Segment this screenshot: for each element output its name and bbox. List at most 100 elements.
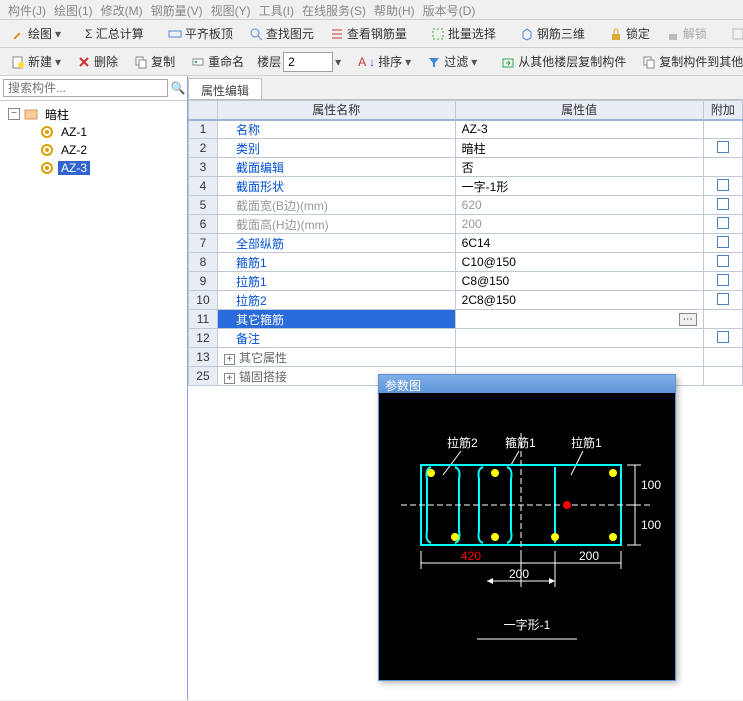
checkbox[interactable]: [717, 236, 729, 248]
property-row[interactable]: 12备注: [189, 329, 743, 348]
property-name[interactable]: 拉筋1: [217, 272, 455, 291]
draw-button[interactable]: 绘图 ▾: [4, 22, 68, 45]
row-header[interactable]: 4: [189, 177, 218, 196]
row-header[interactable]: 2: [189, 139, 218, 158]
property-name[interactable]: 截面编辑: [217, 158, 455, 177]
property-value[interactable]: 一字-1形: [455, 177, 703, 196]
property-name[interactable]: 截面形状: [217, 177, 455, 196]
property-row[interactable]: 2类别暗柱: [189, 139, 743, 158]
copy-to-button[interactable]: 复制构件到其他楼层: [635, 50, 743, 73]
property-name[interactable]: 箍筋1: [217, 253, 455, 272]
batch-select-button[interactable]: 批量选择: [424, 22, 503, 45]
property-value[interactable]: [455, 329, 703, 348]
preview-title-bar[interactable]: 参数图: [379, 375, 675, 393]
property-value[interactable]: 200: [455, 215, 703, 234]
property-row[interactable]: 6截面高(H边)(mm)200: [189, 215, 743, 234]
flat-button[interactable]: 平齐板顶: [161, 22, 240, 45]
checkbox[interactable]: [717, 198, 729, 210]
copy-button[interactable]: 复制: [127, 50, 182, 73]
property-value[interactable]: C8@150: [455, 272, 703, 291]
checkbox[interactable]: [717, 274, 729, 286]
property-row[interactable]: 7全部纵筋6C14: [189, 234, 743, 253]
expand-icon[interactable]: +: [224, 354, 235, 365]
filter-button[interactable]: 过滤 ▾: [420, 50, 484, 73]
checkbox[interactable]: [717, 179, 729, 191]
copy-from-button[interactable]: 从其他楼层复制构件: [494, 50, 633, 73]
dropdown-icon[interactable]: ▾: [335, 55, 341, 69]
collapse-icon[interactable]: −: [8, 108, 20, 120]
property-value[interactable]: 否: [455, 158, 703, 177]
row-header[interactable]: 8: [189, 253, 218, 272]
lock-button[interactable]: 锁定: [602, 22, 657, 45]
property-value[interactable]: 2C8@150: [455, 291, 703, 310]
property-row[interactable]: 11其它箍筋 ⋯: [189, 310, 743, 329]
property-value[interactable]: ⋯: [455, 310, 703, 329]
unlock-button[interactable]: 解锁: [659, 22, 714, 45]
row-header[interactable]: 25: [189, 367, 218, 386]
expand-icon[interactable]: +: [224, 373, 235, 384]
property-row[interactable]: 4截面形状一字-1形: [189, 177, 743, 196]
property-extra[interactable]: [703, 177, 742, 196]
row-header[interactable]: 6: [189, 215, 218, 234]
row-header[interactable]: 11: [189, 310, 218, 329]
property-extra[interactable]: [703, 291, 742, 310]
col-header-extra[interactable]: 附加: [703, 101, 742, 120]
floor-input[interactable]: [283, 52, 333, 72]
menu-item[interactable]: 绘图(1): [50, 0, 97, 19]
property-value[interactable]: 暗柱: [455, 139, 703, 158]
property-value[interactable]: C10@150: [455, 253, 703, 272]
property-extra[interactable]: [703, 120, 742, 139]
property-extra[interactable]: [703, 253, 742, 272]
property-row[interactable]: 3截面编辑否: [189, 158, 743, 177]
property-extra[interactable]: [703, 158, 742, 177]
row-header[interactable]: 13: [189, 348, 218, 367]
property-row[interactable]: 1名称AZ-3: [189, 120, 743, 139]
property-name[interactable]: 类别: [217, 139, 455, 158]
more-button[interactable]: ⋯: [679, 313, 697, 326]
new-button[interactable]: 新建 ▾: [4, 50, 68, 73]
row-header[interactable]: 1: [189, 120, 218, 139]
property-name[interactable]: 名称: [217, 120, 455, 139]
delete-button[interactable]: 删除: [70, 50, 125, 73]
property-name[interactable]: 拉筋2: [217, 291, 455, 310]
menu-item[interactable]: 修改(M): [97, 0, 147, 19]
menu-item[interactable]: 帮助(H): [370, 0, 419, 19]
property-value[interactable]: 620: [455, 196, 703, 215]
menu-item[interactable]: 视图(Y): [207, 0, 255, 19]
col-header-value[interactable]: 属性值: [455, 101, 703, 120]
tree-item[interactable]: AZ-2: [4, 141, 183, 159]
property-name[interactable]: 其它箍筋: [217, 310, 455, 329]
tab-properties[interactable]: 属性编辑: [188, 78, 262, 99]
rename-button[interactable]: 重命名: [184, 50, 251, 73]
menu-item[interactable]: 构件(J): [4, 0, 50, 19]
row-header[interactable]: 10: [189, 291, 218, 310]
sort-button[interactable]: A↓ 排序 ▾: [351, 50, 418, 73]
property-extra[interactable]: [703, 139, 742, 158]
row-header[interactable]: 5: [189, 196, 218, 215]
property-row[interactable]: 10拉筋22C8@150: [189, 291, 743, 310]
row-header[interactable]: 12: [189, 329, 218, 348]
search-icon[interactable]: 🔍: [171, 81, 185, 95]
col-header-name[interactable]: 属性名称: [217, 101, 455, 120]
preview-window[interactable]: 参数图 拉筋2 箍筋1 拉筋1: [378, 374, 676, 681]
property-row[interactable]: 8箍筋1C10@150: [189, 253, 743, 272]
tree-item[interactable]: AZ-3: [4, 159, 183, 177]
menu-item[interactable]: 在线服务(S): [298, 0, 370, 19]
search-input[interactable]: [3, 79, 168, 97]
property-value[interactable]: 6C14: [455, 234, 703, 253]
property-group-row[interactable]: 13+其它属性: [189, 348, 743, 367]
property-name[interactable]: 截面高(H边)(mm): [217, 215, 455, 234]
property-value[interactable]: AZ-3: [455, 120, 703, 139]
calc-button[interactable]: Σ 汇总计算: [78, 22, 151, 45]
property-extra[interactable]: [703, 310, 742, 329]
find-elem-button[interactable]: 查找图元: [242, 22, 321, 45]
checkbox[interactable]: [717, 255, 729, 267]
property-name[interactable]: 全部纵筋: [217, 234, 455, 253]
property-row[interactable]: 9拉筋1C8@150: [189, 272, 743, 291]
tree-root[interactable]: − 暗柱: [4, 105, 183, 123]
property-extra[interactable]: [703, 215, 742, 234]
steel-3d-button[interactable]: 钢筋三维: [513, 22, 592, 45]
property-extra[interactable]: [703, 272, 742, 291]
property-row[interactable]: 5截面宽(B边)(mm)620: [189, 196, 743, 215]
property-name[interactable]: 截面宽(B边)(mm): [217, 196, 455, 215]
